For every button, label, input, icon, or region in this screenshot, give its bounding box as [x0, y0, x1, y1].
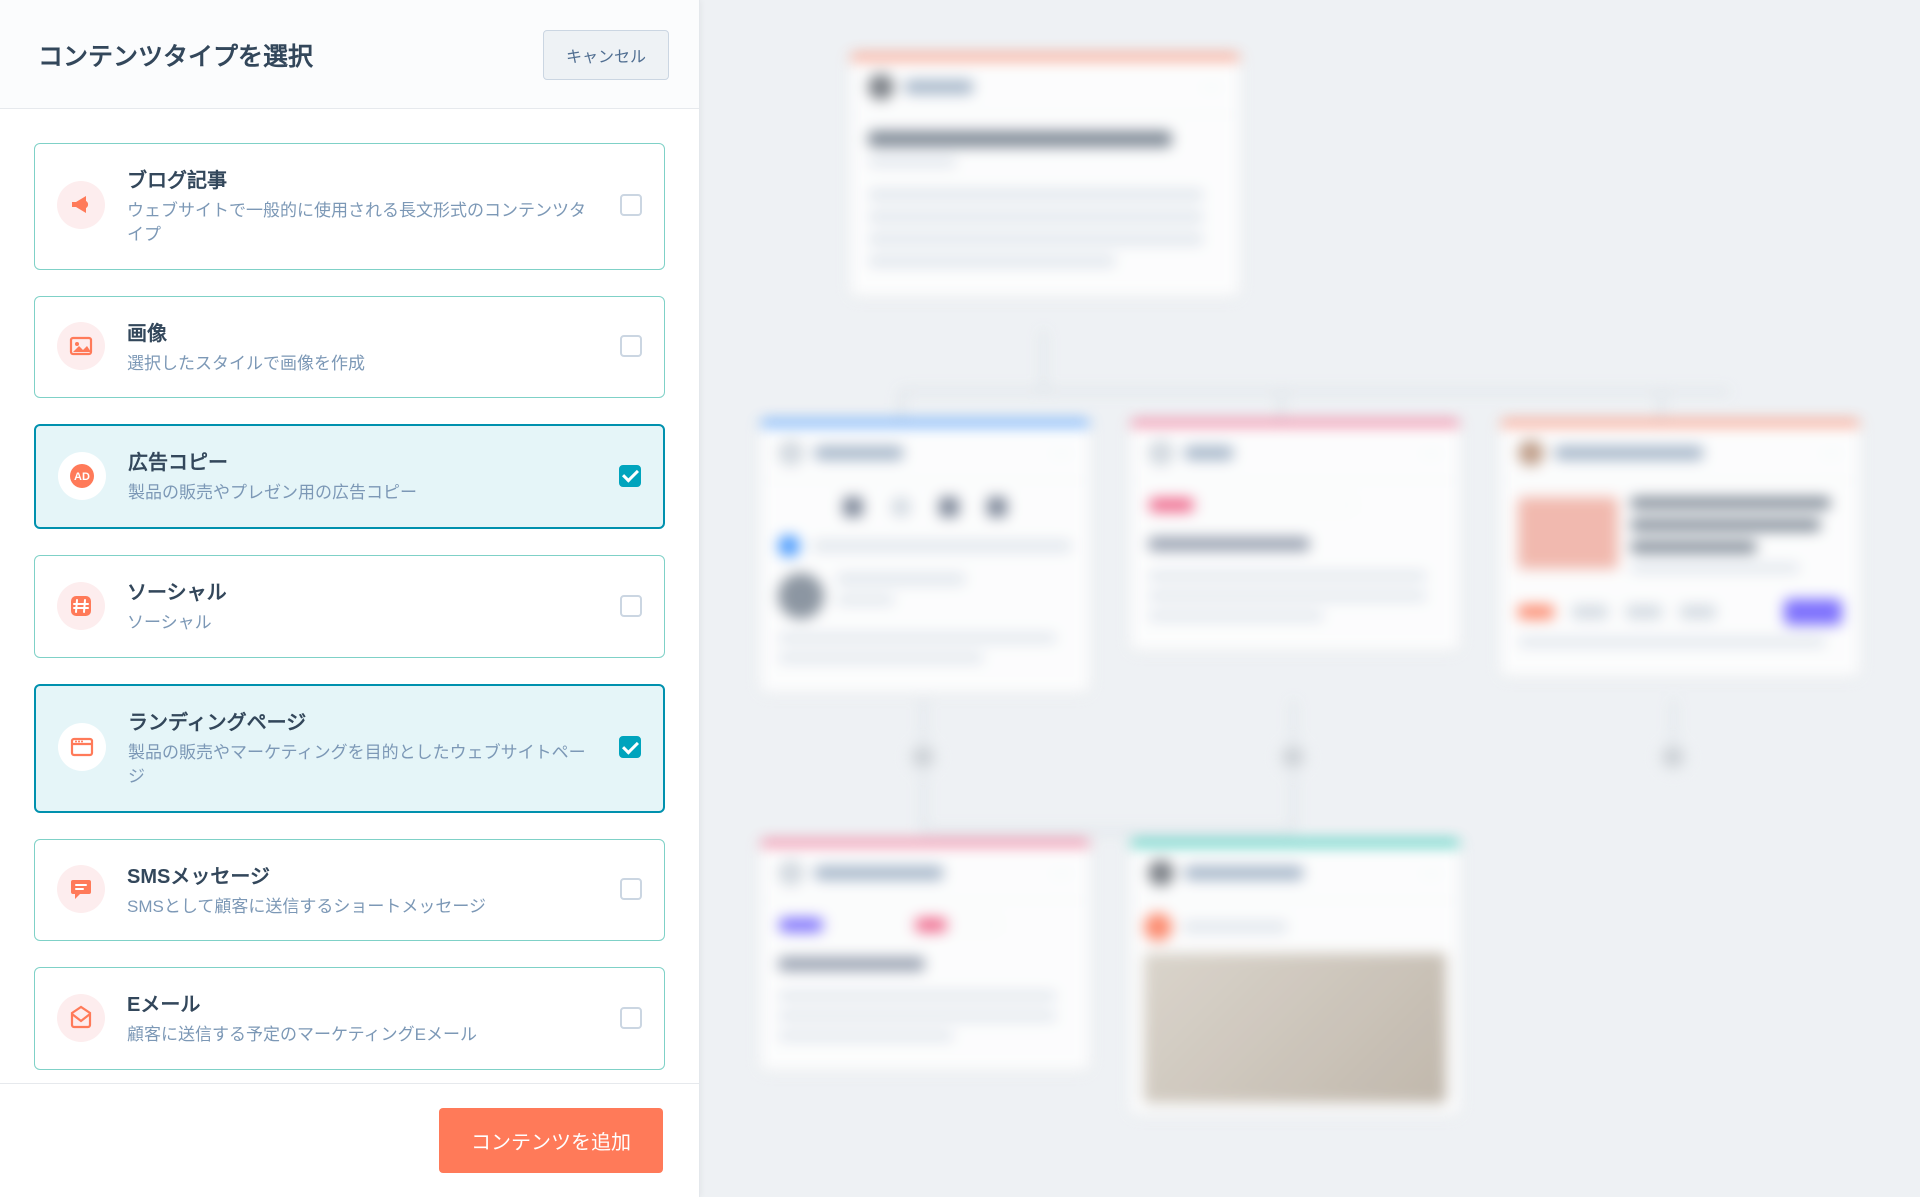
option-title: SMSメッセージ [127, 860, 598, 889]
window-icon [58, 723, 106, 771]
ad-icon [58, 452, 106, 500]
hash-icon [57, 582, 105, 630]
option-description: 製品の販売やマーケティングを目的としたウェブサイトページ [128, 741, 597, 789]
option-texts: ランディングページ製品の販売やマーケティングを目的としたウェブサイトページ [128, 706, 597, 789]
option-title: 広告コピー [128, 446, 597, 475]
option-description: ソーシャル [127, 611, 598, 635]
content-type-option-email[interactable]: Eメール顧客に送信する予定のマーケティングEメール [34, 967, 665, 1070]
cancel-button[interactable]: キャンセル [543, 30, 669, 80]
add-content-button[interactable]: コンテンツを追加 [439, 1108, 663, 1173]
option-checkbox[interactable] [620, 878, 642, 900]
content-type-option-sms[interactable]: SMSメッセージ SMSとして顧客に送信するショートメッセージ [34, 839, 665, 942]
envelope-icon [57, 994, 105, 1042]
option-texts: Eメール顧客に送信する予定のマーケティングEメール [127, 988, 598, 1047]
option-texts: ソーシャルソーシャル [127, 576, 598, 635]
image-icon [57, 322, 105, 370]
option-description: 製品の販売やプレゼン用の広告コピー [128, 481, 597, 505]
option-texts: ブログ記事ウェブサイトで一般的に使用される長文形式のコンテンツタイプ [127, 164, 598, 247]
content-type-option-ad[interactable]: 広告コピー製品の販売やプレゼン用の広告コピー [34, 424, 665, 529]
content-type-option-social[interactable]: ソーシャルソーシャル [34, 555, 665, 658]
panel-header: コンテンツタイプを選択 キャンセル [0, 0, 699, 109]
option-title: ソーシャル [127, 576, 598, 605]
panel-title: コンテンツタイプを選択 [38, 37, 313, 73]
option-description: ウェブサイトで一般的に使用される長文形式のコンテンツタイプ [127, 199, 598, 247]
workflow-canvas: ··· ··· [700, 0, 1920, 1197]
option-title: Eメール [127, 988, 598, 1017]
panel-footer: コンテンツを追加 [0, 1083, 699, 1197]
option-title: 画像 [127, 317, 598, 346]
option-title: ブログ記事 [127, 164, 598, 193]
content-type-list: ブログ記事ウェブサイトで一般的に使用される長文形式のコンテンツタイプ画像選択した… [0, 109, 699, 1083]
megaphone-icon [57, 181, 105, 229]
option-checkbox[interactable] [620, 1007, 642, 1029]
content-type-panel: コンテンツタイプを選択 キャンセル ブログ記事ウェブサイトで一般的に使用される長… [0, 0, 700, 1197]
content-type-option-landing[interactable]: ランディングページ製品の販売やマーケティングを目的としたウェブサイトページ [34, 684, 665, 813]
content-type-option-image[interactable]: 画像選択したスタイルで画像を作成 [34, 296, 665, 399]
option-description: 選択したスタイルで画像を作成 [127, 352, 598, 376]
option-texts: 画像選択したスタイルで画像を作成 [127, 317, 598, 376]
option-checkbox[interactable] [619, 736, 641, 758]
option-checkbox[interactable] [620, 335, 642, 357]
option-description: 顧客に送信する予定のマーケティングEメール [127, 1023, 598, 1047]
option-description: SMSとして顧客に送信するショートメッセージ [127, 895, 598, 919]
option-texts: SMSメッセージ SMSとして顧客に送信するショートメッセージ [127, 860, 598, 919]
option-texts: 広告コピー製品の販売やプレゼン用の広告コピー [128, 446, 597, 505]
option-checkbox[interactable] [619, 465, 641, 487]
content-type-option-blog[interactable]: ブログ記事ウェブサイトで一般的に使用される長文形式のコンテンツタイプ [34, 143, 665, 270]
option-title: ランディングページ [128, 706, 597, 735]
chat-icon [57, 865, 105, 913]
option-checkbox[interactable] [620, 194, 642, 216]
option-checkbox[interactable] [620, 595, 642, 617]
